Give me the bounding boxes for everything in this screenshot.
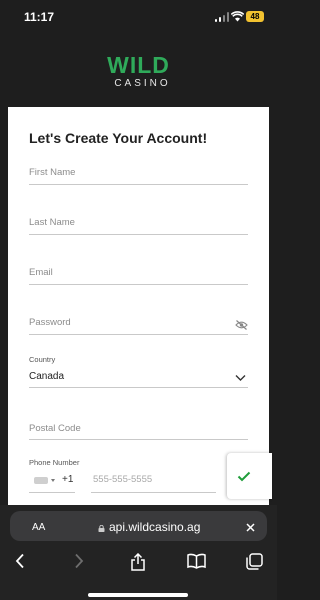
page-title: Let's Create Your Account! <box>29 130 208 146</box>
lock-icon <box>98 525 105 532</box>
country-label: Country <box>29 355 56 364</box>
last-name-field[interactable]: Last Name <box>29 217 248 235</box>
first-name-placeholder: First Name <box>29 167 76 178</box>
country-value: Canada <box>29 371 65 382</box>
checkmark-icon <box>237 471 251 482</box>
phone-number-field[interactable]: 555-555-5555 <box>91 474 216 493</box>
autofill-check-button[interactable] <box>227 453 272 499</box>
logo-casino-text: CASINO <box>114 78 171 89</box>
last-name-placeholder: Last Name <box>29 217 75 228</box>
forward-icon[interactable] <box>74 553 84 569</box>
logo-wild-text: WILD <box>107 52 170 78</box>
back-icon[interactable] <box>15 553 25 569</box>
wild-casino-logo: WILD CASINO <box>0 52 277 90</box>
password-field[interactable]: Password <box>29 317 248 335</box>
address-bar[interactable]: AA api.wildcasino.ag <box>10 511 267 541</box>
close-icon[interactable] <box>246 523 255 532</box>
country-select[interactable]: Country Canada <box>29 355 248 388</box>
tabs-icon[interactable] <box>246 553 263 570</box>
chevron-down-icon <box>235 375 246 381</box>
url-text: api.wildcasino.ag <box>109 520 201 534</box>
caret-down-icon <box>51 479 55 482</box>
phone-number-label: Phone Number <box>29 458 80 467</box>
status-time: 11:17 <box>24 10 55 24</box>
status-bar: 11:17 48 <box>0 0 277 36</box>
share-icon[interactable] <box>130 553 146 571</box>
wifi-icon <box>231 11 244 22</box>
phone-country-code-select[interactable]: +1 <box>29 474 75 493</box>
battery-icon: 48 <box>246 11 264 22</box>
email-field[interactable]: Email <box>29 267 248 285</box>
eye-slash-icon[interactable] <box>235 320 248 330</box>
flag-icon <box>34 477 48 484</box>
phone-number-placeholder: 555-555-5555 <box>93 474 153 485</box>
bookmarks-icon[interactable] <box>187 553 206 569</box>
browser-nav-row <box>0 553 277 573</box>
password-placeholder: Password <box>29 317 71 328</box>
postal-code-placeholder: Postal Code <box>29 423 81 434</box>
home-indicator <box>88 593 188 597</box>
postal-code-field[interactable]: Postal Code <box>29 423 248 440</box>
text-size-button[interactable]: AA <box>32 522 45 533</box>
browser-toolbar: AA api.wildcasino.ag <box>0 505 277 600</box>
cellular-signal-icon <box>215 12 229 22</box>
phone-country-code: +1 <box>62 474 74 485</box>
email-placeholder: Email <box>29 267 53 278</box>
first-name-field[interactable]: First Name <box>29 167 248 185</box>
